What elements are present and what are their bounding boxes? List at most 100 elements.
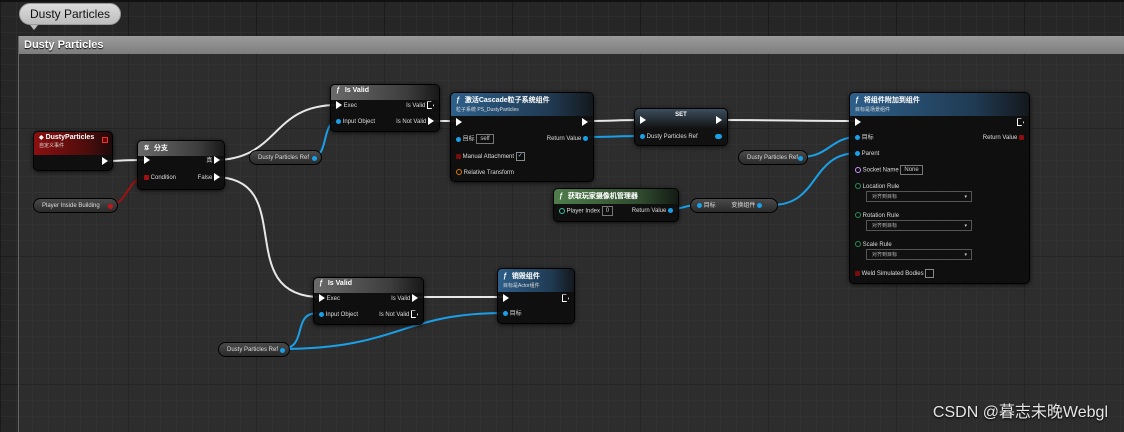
attach-parent-pin[interactable]: Parent [855, 149, 879, 159]
manual-attachment-checkbox[interactable]: ✓ [515, 152, 525, 161]
blueprint-graph-canvas[interactable]: Dusty Particles Dusty Particles ◆ DustyP… [0, 0, 1124, 432]
activate-target-label: 目标 [462, 136, 475, 143]
destroy-target-pin[interactable]: 目标 [503, 309, 522, 319]
weld-label: Weld Simulated Bodies [861, 271, 924, 278]
location-rule-dropdown[interactable]: 对齐到目标 [866, 191, 972, 203]
rotation-rule-dropdown[interactable]: 对齐到目标 [866, 220, 972, 232]
destroy-exec-in-pin[interactable] [503, 294, 509, 304]
destroy-exec-out-pin[interactable] [562, 294, 569, 304]
var-dusty-ref-3-pin[interactable] [280, 348, 285, 353]
get-camera-manager-node[interactable]: ƒ 获取玩家摄像机管理器 Player Index 0 Return Value [553, 188, 679, 222]
branch-true-pin[interactable]: 真 [206, 156, 220, 166]
is-valid-top-exec-pin[interactable]: Exec [336, 101, 357, 111]
camera-return-pin[interactable]: Return Value [632, 206, 673, 216]
var-player-inside-building-pin[interactable] [108, 204, 113, 209]
attach-socket-pin[interactable]: Socket Name None [855, 165, 923, 175]
activate-cascade-node[interactable]: ƒ 激活Cascade粒子系统组件 粒子系统 PS_DustyParticles… [450, 92, 594, 182]
set-out-pin[interactable] [715, 132, 722, 142]
set-variable-node[interactable]: SET Dusty Particles Ref [634, 108, 728, 146]
activate-node-subtitle: 粒子系统 PS_DustyParticles [456, 107, 519, 113]
is-valid-top-notvalid-label: Is Not Valid [396, 119, 427, 125]
scale-rule-label: Scale Rule [862, 242, 892, 248]
attach-exec-in-pin[interactable] [855, 118, 861, 128]
activate-node-header: ƒ 激活Cascade粒子系统组件 粒子系统 PS_DustyParticles [451, 93, 593, 116]
var-dusty-ref-3-label: Dusty Particles Ref [227, 347, 279, 353]
attach-component-node[interactable]: ƒ 将组件附加到组件 目标是场景组件 目标 Return Value Paren… [849, 92, 1030, 284]
is-valid-top-input-label: Input Object [342, 119, 376, 125]
is-valid-bottom-input-pin[interactable]: Input Object [319, 310, 358, 320]
event-exec-out-pin[interactable] [102, 157, 108, 167]
activate-exec-in-pin[interactable] [456, 118, 462, 128]
weld-checkbox[interactable] [925, 269, 935, 278]
activate-target-value[interactable]: self [476, 134, 494, 144]
branch-condition-label: Condition [150, 175, 177, 181]
socket-name-label: Socket Name [862, 167, 899, 174]
set-value-pin[interactable]: Dusty Particles Ref [640, 132, 698, 142]
branch-exec-in-pin[interactable] [144, 156, 150, 166]
player-index-value[interactable]: 0 [601, 206, 614, 216]
branch-condition-pin[interactable]: Condition [144, 173, 176, 183]
event-node-subtitle: 自定义事件 [39, 143, 65, 149]
activate-manual-attachment-pin[interactable]: Manual Attachment ✓ [456, 152, 525, 162]
activate-return-pin[interactable]: Return Value [547, 134, 588, 144]
var-dusty-ref-1-pin[interactable] [312, 156, 317, 161]
destroy-node-subtitle: 目标是Actor组件 [503, 283, 540, 289]
comment-title[interactable]: Dusty Particles [19, 36, 1124, 54]
camera-player-index-pin[interactable]: Player Index 0 [559, 206, 614, 216]
is-valid-top-title: Is Valid [344, 87, 369, 94]
function-icon: ƒ [503, 273, 507, 280]
var-dusty-particles-ref-2[interactable]: Dusty Particles Ref [738, 150, 808, 165]
destroy-component-node[interactable]: ƒ 销毁组件 目标是Actor组件 目标 [497, 268, 575, 324]
var-player-inside-building[interactable]: Player Inside Building [33, 198, 118, 213]
is-valid-top-input-pin[interactable]: Input Object [336, 117, 375, 127]
attach-return-pin[interactable]: Return Value [983, 133, 1024, 143]
set-exec-out-pin[interactable] [716, 116, 722, 126]
relative-transform-label: Relative Transform [463, 170, 515, 176]
watermark-text: CSDN @暮志未晚Webgl [932, 404, 1108, 421]
branch-node-header: ⇅ 分支 [138, 141, 224, 156]
is-valid-top-valid-pin[interactable]: Is Valid [406, 101, 434, 111]
is-valid-bottom-notvalid-pin[interactable]: Is Not Valid [379, 310, 418, 320]
camera-node-title: 获取玩家摄像机管理器 [567, 193, 638, 200]
set-pin-label: Dusty Particles Ref [646, 134, 698, 140]
var-dusty-ref-2-pin[interactable] [798, 156, 803, 161]
activate-node-title: 激活Cascade粒子系统组件 [464, 97, 550, 104]
attach-weld-pin[interactable]: Weld Simulated Bodies [855, 269, 935, 279]
attach-target-pin[interactable]: 目标 [855, 133, 874, 143]
scale-rule-dropdown[interactable]: 对齐到目标 [866, 249, 972, 261]
graph-tab[interactable]: Dusty Particles [19, 3, 122, 30]
attach-exec-out-pin[interactable] [1017, 118, 1024, 128]
camera-return-label: Return Value [631, 208, 667, 214]
branch-node[interactable]: ⇅ 分支 真 Condition False [137, 140, 225, 190]
custom-event-node[interactable]: ◆ DustyParticles 自定义事件 [33, 131, 113, 171]
get-transform-component-node[interactable]: 目标 变换组件 [690, 198, 778, 213]
event-diamond-icon: ◆ [39, 135, 44, 141]
is-valid-top-header: ƒ Is Valid [331, 85, 439, 100]
event-node-header: ◆ DustyParticles 自定义事件 [34, 132, 112, 155]
attach-node-header: ƒ 将组件附加到组件 目标是场景组件 [850, 93, 1029, 116]
transform-out-pin[interactable] [757, 202, 763, 208]
destroy-node-title: 销毁组件 [511, 273, 540, 280]
function-icon: ƒ [336, 87, 340, 94]
function-icon: ƒ [319, 280, 323, 287]
activate-relative-transform-pin[interactable]: Relative Transform [456, 168, 514, 178]
is-valid-node-top[interactable]: ƒ Is Valid Exec Is Valid Input Object Is… [330, 84, 440, 132]
is-valid-node-bottom[interactable]: ƒ Is Valid Exec Is Valid Input Object Is… [313, 277, 424, 325]
is-valid-bottom-exec-pin[interactable]: Exec [319, 294, 340, 304]
var-dusty-particles-ref-1[interactable]: Dusty Particles Ref [249, 150, 322, 165]
set-exec-in-pin[interactable] [640, 116, 646, 126]
transform-target-pin[interactable] [697, 202, 702, 208]
function-icon: ƒ [559, 193, 563, 200]
is-valid-top-notvalid-pin[interactable]: Is Not Valid [396, 117, 434, 127]
is-valid-bottom-valid-pin[interactable]: Is Valid [391, 294, 418, 304]
var-player-inside-building-label: Player Inside Building [42, 203, 100, 209]
branch-icon: ⇅ [143, 145, 149, 152]
activate-exec-out-pin[interactable] [582, 118, 588, 128]
var-dusty-particles-ref-3[interactable]: Dusty Particles Ref [218, 342, 290, 357]
branch-true-label: 真 [206, 158, 213, 164]
activate-target-pin[interactable]: 目标 self [456, 134, 494, 144]
delegate-pin[interactable] [102, 137, 108, 143]
attach-target-label: 目标 [861, 135, 874, 141]
branch-false-pin[interactable]: False [198, 173, 220, 183]
socket-name-value[interactable]: None [900, 165, 923, 175]
